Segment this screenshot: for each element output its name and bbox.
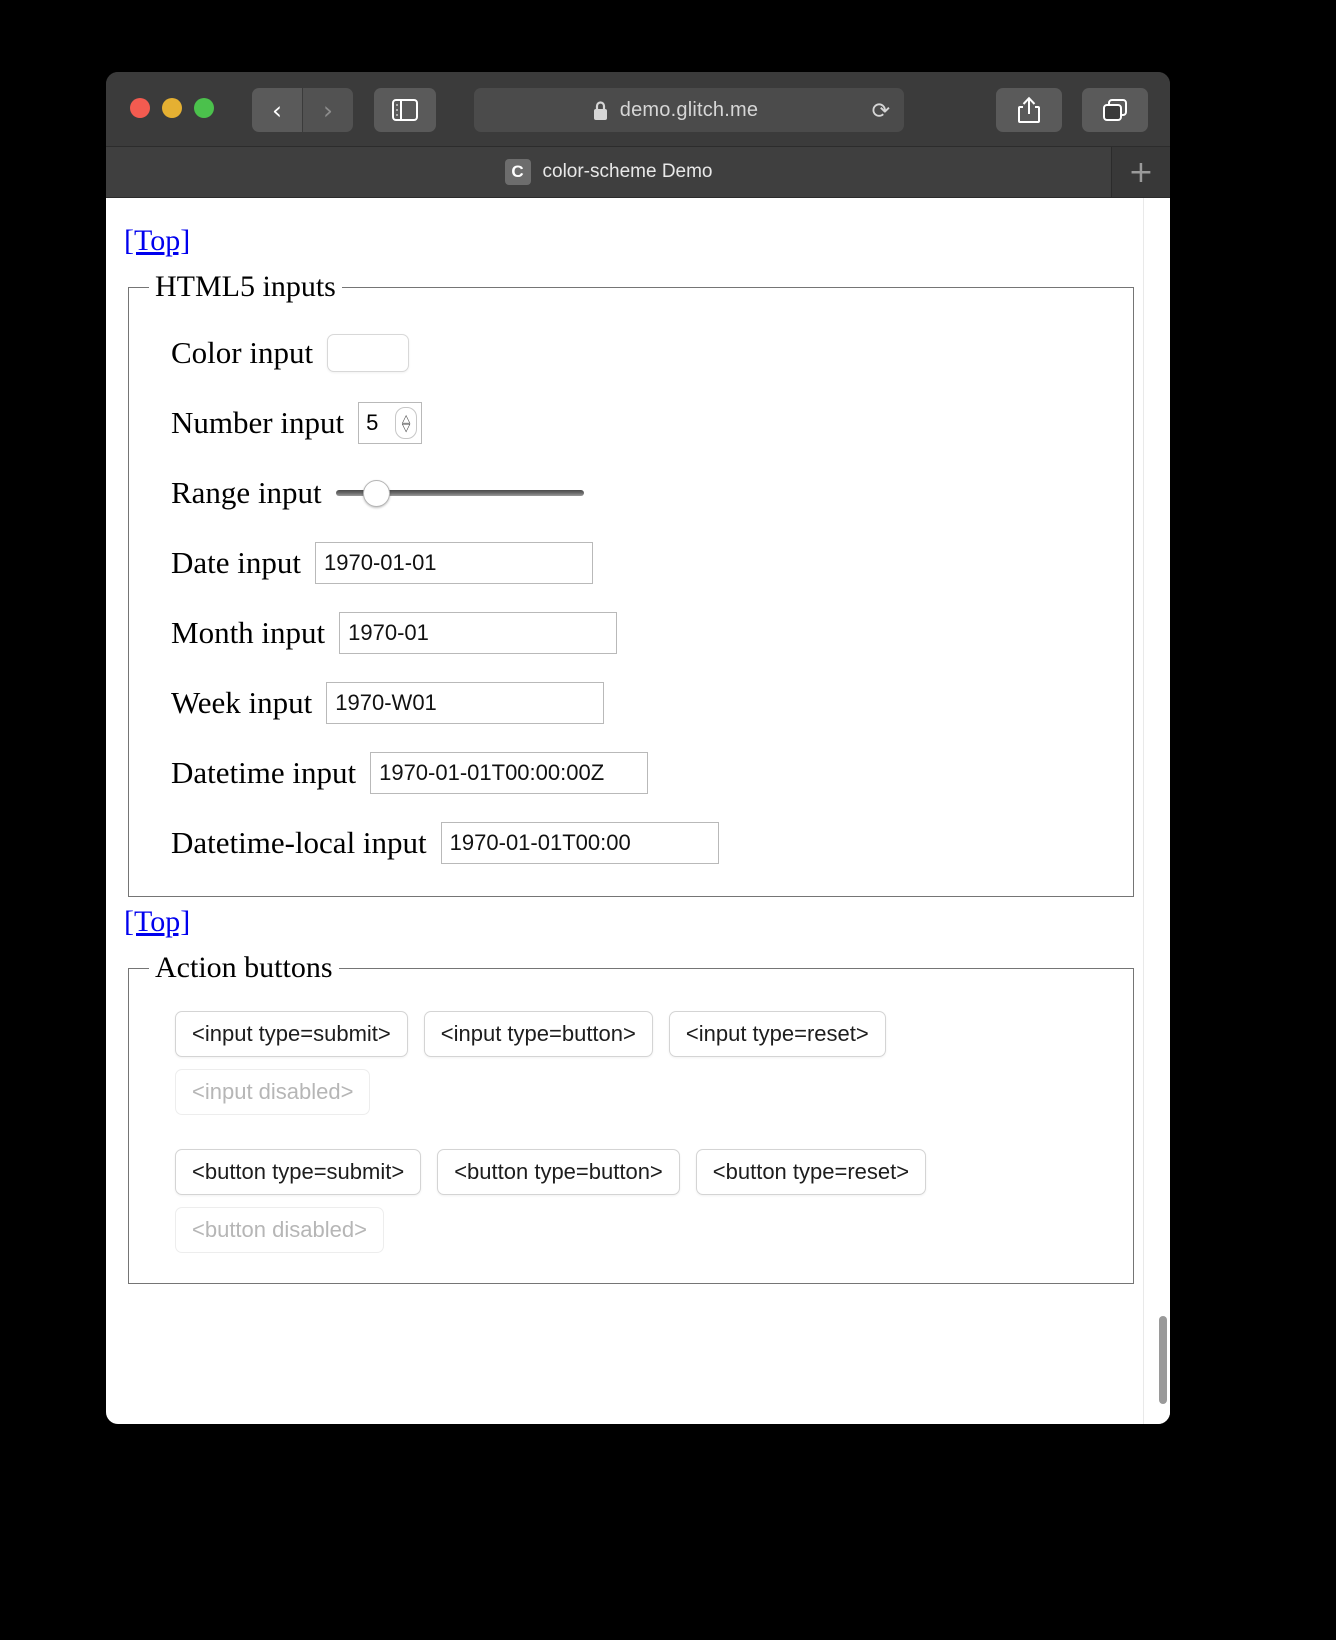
button-button-button[interactable]: <button type=button> [437, 1149, 680, 1195]
input-button-row: <input type=submit> <input type=button> … [175, 1011, 1113, 1057]
page-scrollbar-thumb[interactable] [1159, 1316, 1167, 1404]
minimize-window-button[interactable] [162, 98, 182, 118]
back-button[interactable]: ‹ [252, 88, 302, 132]
row-month-input: Month input 1970-01 [171, 610, 1113, 656]
button-disabled-row: <button disabled> [175, 1207, 1113, 1253]
row-color-input: Color input [171, 330, 1113, 376]
tab-title: color-scheme Demo [542, 161, 713, 182]
date-input[interactable]: 1970-01-01 [315, 542, 593, 584]
tab-overview-icon [1102, 98, 1128, 122]
row-week-input: Week input 1970-W01 [171, 680, 1113, 726]
month-input[interactable]: 1970-01 [339, 612, 618, 654]
label-date-input: Date input [171, 545, 301, 580]
safari-window: ‹ › demo.glitch.me ⟳ C color-scheme Demo… [106, 72, 1170, 1424]
range-input[interactable] [335, 480, 584, 507]
top-link-1[interactable]: [Top] [124, 224, 190, 258]
row-date-input: Date input 1970-01-01 [171, 540, 1113, 586]
label-datetime-local-input: Datetime-local input [171, 825, 427, 860]
number-input-value: 5 [366, 410, 379, 435]
forward-button[interactable]: › [303, 88, 353, 132]
button-element-row: <button type=submit> <button type=button… [175, 1149, 1113, 1195]
html5-inputs-fieldset: HTML5 inputs Color input Number input 5 … [128, 270, 1134, 897]
button-disabled-button: <button disabled> [175, 1207, 384, 1253]
html5-inputs-legend: HTML5 inputs [155, 270, 336, 303]
datetime-local-input[interactable]: 1970-01-01T00:00 [440, 822, 719, 864]
action-buttons-fieldset: Action buttons <input type=submit> <inpu… [128, 951, 1134, 1284]
number-stepper[interactable]: △ ▽ [395, 407, 418, 439]
row-number-input: Number input 5 △ ▽ [171, 400, 1113, 446]
reload-icon[interactable]: ⟳ [872, 99, 890, 124]
row-range-input: Range input [171, 470, 1113, 516]
button-reset-button[interactable]: <button type=reset> [695, 1149, 927, 1195]
button-submit-button[interactable]: <button type=submit> [175, 1149, 422, 1195]
window-controls [130, 98, 214, 118]
zoom-window-button[interactable] [194, 98, 214, 118]
color-input[interactable] [327, 334, 410, 372]
chevron-down-icon: ▽ [401, 421, 411, 434]
page-viewport: [Top] HTML5 inputs Color input Number in… [106, 198, 1170, 1424]
label-month-input: Month input [171, 615, 326, 650]
lock-icon [592, 100, 609, 126]
close-window-button[interactable] [130, 98, 150, 118]
week-input[interactable]: 1970-W01 [326, 682, 605, 724]
page-content: [Top] HTML5 inputs Color input Number in… [106, 198, 1170, 1284]
share-icon [1017, 96, 1041, 124]
input-reset-button[interactable]: <input type=reset> [668, 1011, 886, 1057]
label-datetime-input: Datetime input [171, 755, 357, 790]
address-bar-url: demo.glitch.me [619, 98, 759, 121]
share-button[interactable] [996, 88, 1062, 132]
sidebar-toggle-button[interactable] [374, 88, 436, 132]
input-submit-button[interactable]: <input type=submit> [175, 1011, 408, 1057]
number-input[interactable]: 5 △ ▽ [358, 402, 423, 444]
action-buttons-legend: Action buttons [155, 951, 333, 984]
page-right-gutter [1143, 198, 1170, 1424]
tab-color-scheme-demo[interactable]: C color-scheme Demo [106, 147, 1112, 197]
input-disabled-row: <input disabled> [175, 1069, 1113, 1115]
tab-overview-button[interactable] [1082, 88, 1148, 132]
sidebar-icon [392, 99, 418, 121]
label-color-input: Color input [171, 335, 314, 370]
chevron-left-icon: ‹ [272, 95, 282, 125]
label-number-input: Number input [171, 405, 345, 440]
favicon: C [504, 159, 531, 185]
address-bar[interactable]: demo.glitch.me ⟳ [474, 88, 904, 132]
top-link-2[interactable]: [Top] [124, 905, 190, 939]
tab-bar: C color-scheme Demo + [106, 147, 1170, 198]
desktop-backdrop: ‹ › demo.glitch.me ⟳ C color-scheme Demo… [0, 0, 1336, 1640]
new-tab-button[interactable]: + [1112, 147, 1170, 197]
chevron-right-icon: › [323, 95, 333, 125]
input-disabled-button: <input disabled> [175, 1069, 371, 1115]
label-range-input: Range input [171, 475, 322, 510]
row-datetime-local-input: Datetime-local input 1970-01-01T00:00 [171, 820, 1113, 866]
row-datetime-input: Datetime input 1970-01-01T00:00:00Z [171, 750, 1113, 796]
label-week-input: Week input [171, 685, 313, 720]
input-button-button[interactable]: <input type=button> [423, 1011, 653, 1057]
range-thumb[interactable] [362, 480, 390, 507]
browser-toolbar: ‹ › demo.glitch.me ⟳ [106, 72, 1170, 147]
datetime-input[interactable]: 1970-01-01T00:00:00Z [370, 752, 649, 794]
